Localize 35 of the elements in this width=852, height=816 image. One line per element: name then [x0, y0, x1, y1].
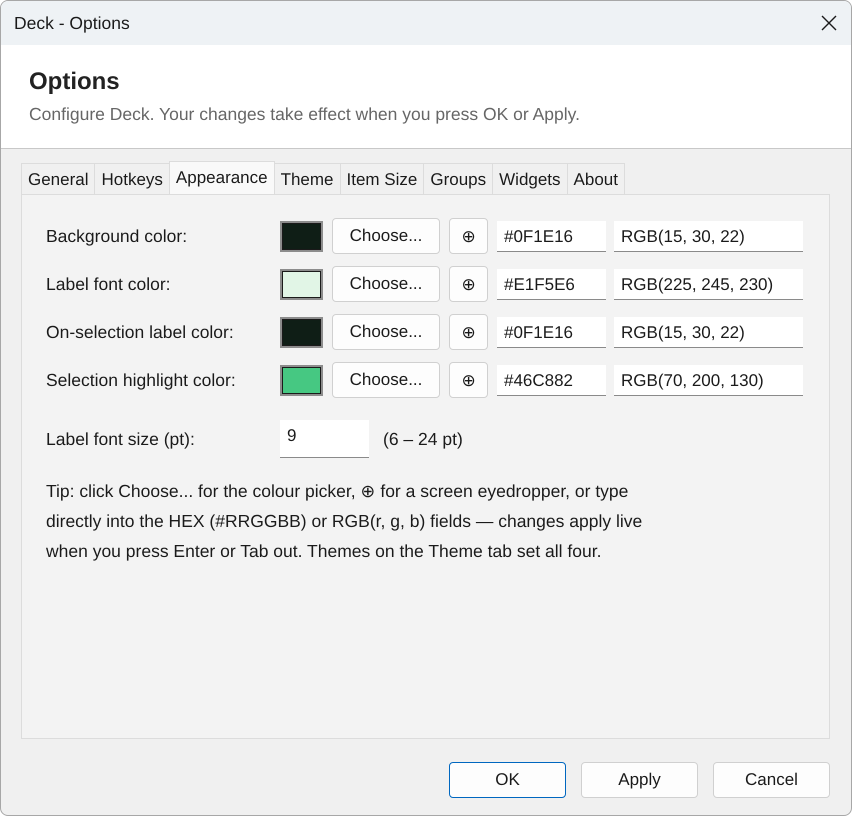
dialog-description: Configure Deck. Your changes take effect when you press OK or Apply. — [29, 103, 581, 125]
color-label: Label font color: — [46, 274, 172, 294]
dialog-button[interactable]: Apply — [581, 762, 698, 798]
rgb-field[interactable]: RGB(15, 30, 22) — [614, 316, 803, 348]
dialog-button[interactable]: OK — [449, 762, 566, 798]
color-label: On-selection label color: — [46, 322, 235, 342]
tab[interactable]: General — [21, 163, 96, 194]
font-size-label: Label font size (pt): — [46, 428, 196, 450]
color-label: Selection highlight color: — [46, 370, 237, 390]
eyedropper-button[interactable]: ⊕ — [449, 362, 488, 398]
color-label: Background color: — [46, 226, 188, 246]
eyedropper-button[interactable]: ⊕ — [449, 314, 488, 350]
choose-button[interactable]: Choose... — [332, 314, 440, 350]
hex-field[interactable]: #46C882 — [497, 364, 606, 396]
hex-field[interactable]: #0F1E16 — [497, 316, 606, 348]
rgb-field[interactable]: RGB(15, 30, 22) — [614, 220, 803, 252]
font-size-range: (6 – 24 pt) — [383, 428, 463, 450]
close-button[interactable] — [821, 15, 837, 31]
eyedropper-button[interactable]: ⊕ — [449, 218, 488, 254]
tab[interactable]: About — [566, 163, 625, 194]
window-title: Deck - Options — [14, 12, 130, 34]
choose-button[interactable]: Choose... — [332, 218, 440, 254]
rgb-field[interactable]: RGB(70, 200, 130) — [614, 364, 803, 396]
close-icon — [821, 15, 837, 31]
choose-button[interactable]: Choose... — [332, 362, 440, 398]
dialog-button[interactable]: Cancel — [713, 762, 830, 798]
dialog-heading: Options — [29, 67, 121, 97]
rgb-field[interactable]: RGB(225, 245, 230) — [614, 268, 803, 300]
font-size-field[interactable]: 9 — [280, 420, 369, 458]
eyedropper-button[interactable]: ⊕ — [449, 266, 488, 302]
tab[interactable]: Appearance — [168, 161, 275, 194]
choose-button[interactable]: Choose... — [332, 266, 440, 302]
hex-field[interactable]: #0F1E16 — [497, 220, 606, 252]
hex-field[interactable]: #E1F5E6 — [497, 268, 606, 300]
tip-text: Tip: click Choose... for the colour picker, ⊕ for a screen eyedropper, or type directly into the HEX (#RRGGBB) or RGB(r, g, b) fields — changes apply live when you press Enter or Tab out. Themes on the Theme tab set all four. — [46, 480, 644, 563]
